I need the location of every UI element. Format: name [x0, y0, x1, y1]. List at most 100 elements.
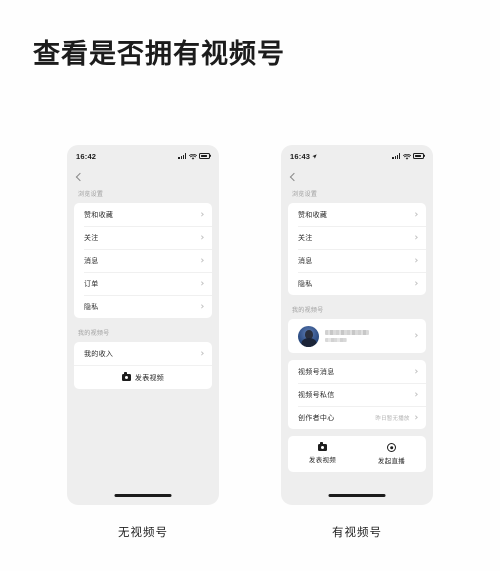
chevron-right-icon: [198, 212, 204, 217]
wifi-icon: [402, 147, 411, 165]
publish-video-button[interactable]: 发表视频: [74, 365, 212, 389]
phone-scroll-body: 浏览设置 赞和收藏 关注 消息: [67, 186, 219, 505]
list-item-label: 隐私: [298, 280, 313, 288]
chevron-right-icon: [198, 258, 204, 263]
list-item-label: 视频号私信: [298, 391, 335, 399]
phone-comparison-group: 16:42 浏览设置 赞和收藏 关注 消息 订单 隐私 我的视频号 我的收入 发…: [0, 145, 500, 540]
settings-card-my-channel: 我的收入: [74, 342, 212, 365]
list-item-right: [412, 235, 418, 240]
settings-card-browse: 赞和收藏 关注 消息 隐私: [288, 203, 426, 295]
nav-bar: [281, 167, 433, 186]
chevron-right-icon: [198, 351, 204, 356]
list-item[interactable]: 赞和收藏: [288, 203, 426, 226]
nav-bar: [67, 167, 219, 186]
list-item-label: 创作者中心: [298, 414, 335, 422]
channel-profile-card[interactable]: [288, 319, 426, 353]
chevron-right-icon: [412, 333, 418, 339]
chevron-right-icon: [412, 258, 418, 263]
publish-video-label: 发表视频: [134, 374, 165, 382]
phone-scroll-body: 浏览设置 赞和收藏 关注 消息: [281, 186, 433, 505]
list-item[interactable]: 关注: [74, 226, 212, 249]
list-item-label: 隐私: [84, 303, 99, 311]
camera-icon: [121, 372, 131, 381]
list-item[interactable]: 视频号私信: [288, 383, 426, 406]
section-label-my-channel: 我的视频号: [292, 308, 324, 314]
phone-column-no-channel: 16:42 浏览设置 赞和收藏 关注 消息 订单 隐私 我的视频号 我的收入 发…: [67, 145, 219, 540]
list-item[interactable]: 关注: [288, 226, 426, 249]
list-item-right: [412, 212, 418, 217]
list-item-right: [412, 369, 418, 374]
publish-video-button[interactable]: 发表视频: [288, 442, 357, 464]
location-arrow-icon: [312, 152, 317, 161]
list-item[interactable]: 视频号消息: [288, 360, 426, 383]
caption-has-channel: 有视频号: [332, 527, 382, 539]
status-bar: 16:43: [281, 145, 433, 167]
channel-profile-left: [298, 325, 369, 347]
channel-actions-card: 发表视频 发起直播: [288, 436, 426, 472]
battery-icon: [199, 153, 210, 159]
channel-profile-row[interactable]: [288, 319, 426, 353]
list-item[interactable]: 我的收入: [74, 342, 212, 365]
chevron-right-icon: [412, 415, 418, 420]
list-item[interactable]: 隐私: [74, 295, 212, 318]
channel-profile-text: [325, 330, 369, 342]
list-item-right: 昨日暂无播放: [375, 414, 418, 422]
list-item-hint: 昨日暂无播放: [375, 415, 410, 422]
section-label-browse-settings: 浏览设置: [78, 192, 104, 198]
list-item-right: [198, 235, 204, 240]
status-bar-time-group: 16:43: [290, 152, 317, 161]
list-item-right: [198, 212, 204, 217]
list-item-right: [198, 281, 204, 286]
status-bar-icons: [178, 147, 210, 165]
phone-column-has-channel: 16:43 浏览设置 赞和收藏 关注 消息 隐私 我的视频号 视频号消息 视频号…: [281, 145, 433, 540]
list-item[interactable]: 创作者中心 昨日暂无播放: [288, 406, 426, 429]
chevron-left-icon[interactable]: [75, 172, 85, 181]
page-title: 查看是否拥有视频号: [33, 39, 285, 69]
list-item-label: 关注: [84, 234, 99, 242]
caption-no-channel: 无视频号: [118, 527, 168, 539]
chevron-right-icon: [198, 235, 204, 240]
status-bar-time: 16:43: [290, 151, 311, 161]
avatar: [298, 325, 319, 347]
list-item-label: 消息: [298, 257, 313, 265]
section-label-browse-settings: 浏览设置: [292, 192, 318, 198]
list-item-label: 消息: [84, 257, 99, 265]
wifi-icon: [188, 147, 197, 165]
status-bar-icons: [392, 147, 424, 165]
settings-card-browse: 赞和收藏 关注 消息 订单 隐私: [74, 203, 212, 318]
list-item[interactable]: 赞和收藏: [74, 203, 212, 226]
list-item-right: [412, 258, 418, 263]
list-item-right: [198, 351, 204, 356]
channel-menu-card: 视频号消息 视频号私信 创作者中心 昨日暂无播放: [288, 360, 426, 429]
chevron-right-icon: [412, 369, 418, 374]
start-live-button[interactable]: 发起直播: [357, 443, 426, 465]
chevron-left-icon[interactable]: [289, 172, 299, 181]
list-item-label: 赞和收藏: [298, 211, 328, 219]
list-item-label: 我的收入: [84, 350, 114, 358]
list-item[interactable]: 消息: [288, 249, 426, 272]
publish-video-label: 发表视频: [308, 457, 337, 464]
list-item-right: [198, 304, 204, 309]
list-item-right: [412, 392, 418, 397]
status-bar-time-group: 16:42: [76, 152, 96, 161]
list-item-label: 订单: [84, 280, 99, 288]
list-item-right: [198, 258, 204, 263]
start-live-label: 发起直播: [377, 458, 406, 465]
channel-subtitle-redacted: [325, 338, 347, 342]
status-bar-time: 16:42: [76, 151, 97, 161]
list-item[interactable]: 隐私: [288, 272, 426, 295]
list-item-label: 视频号消息: [298, 368, 335, 376]
chevron-right-icon: [412, 392, 418, 397]
section-label-my-channel: 我的视频号: [78, 331, 110, 337]
page-root: 查看是否拥有视频号 16:42 浏览设置 赞和收藏 关注 消息 订单 隐私 我的…: [0, 0, 500, 571]
signal-bars-icon: [392, 153, 400, 159]
chevron-right-icon: [412, 235, 418, 240]
list-item-label: 赞和收藏: [84, 211, 114, 219]
chevron-right-icon: [198, 304, 204, 309]
list-item[interactable]: 订单: [74, 272, 212, 295]
live-record-icon: [387, 443, 396, 452]
list-item[interactable]: 消息: [74, 249, 212, 272]
chevron-right-icon: [412, 281, 418, 286]
phone-mockup-has-channel: 16:43 浏览设置 赞和收藏 关注 消息 隐私 我的视频号 视频号消息 视频号…: [281, 145, 433, 505]
list-item-right: [412, 281, 418, 286]
